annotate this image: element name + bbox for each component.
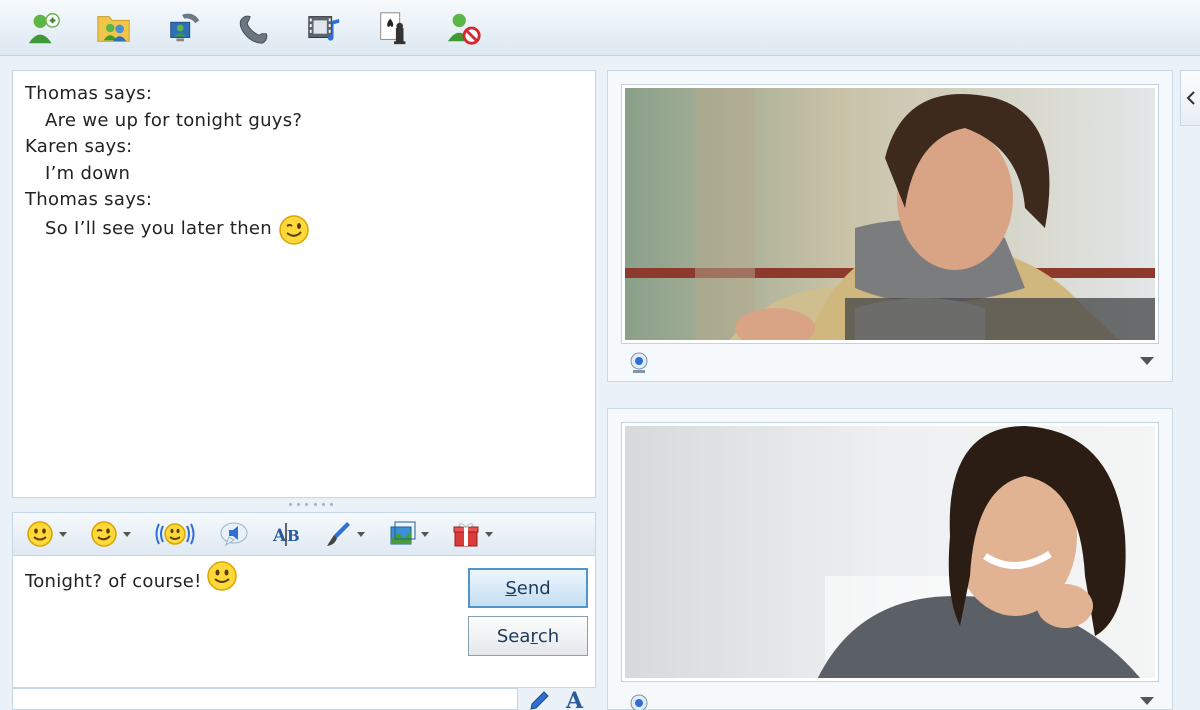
wink-button[interactable] bbox=[89, 516, 131, 552]
wink-icon bbox=[91, 521, 117, 547]
font-button[interactable]: A B bbox=[271, 516, 301, 552]
emoticon-icon bbox=[27, 521, 53, 547]
video-call-button[interactable] bbox=[162, 6, 206, 50]
contact-video-image bbox=[625, 88, 1155, 340]
send-hotkey: S bbox=[505, 577, 517, 599]
gift-icon bbox=[453, 523, 479, 547]
search-label-prefix: Sea bbox=[496, 625, 531, 647]
emoticon-button[interactable] bbox=[25, 516, 67, 552]
self-video-feed bbox=[622, 423, 1158, 681]
paint-icon bbox=[327, 522, 350, 546]
self-video-panel bbox=[607, 408, 1173, 710]
send-label-suffix: end bbox=[516, 577, 551, 599]
phone-icon bbox=[239, 15, 268, 44]
message-compose-area[interactable]: Tonight? of course! Send Sea r ch bbox=[12, 556, 596, 688]
add-contact-icon bbox=[28, 12, 60, 43]
webcam-icon[interactable] bbox=[628, 351, 650, 375]
paint-button[interactable] bbox=[323, 516, 365, 552]
call-button[interactable] bbox=[232, 6, 276, 50]
chevron-down-icon[interactable] bbox=[1140, 697, 1154, 705]
games-button[interactable] bbox=[372, 6, 416, 50]
message-sender: Karen says: bbox=[25, 136, 133, 157]
background-icon bbox=[390, 521, 416, 545]
games-icon bbox=[380, 11, 406, 44]
font-icon: A B bbox=[272, 523, 300, 546]
smile-emoticon bbox=[206, 561, 237, 591]
font-a-icon[interactable]: A bbox=[566, 688, 583, 710]
share-folder-button[interactable] bbox=[92, 6, 136, 50]
add-contact-button[interactable] bbox=[22, 6, 66, 50]
message-sender: Thomas says: bbox=[25, 189, 153, 210]
send-button[interactable]: Send bbox=[468, 568, 588, 608]
message-input-text: Tonight? of course! bbox=[25, 570, 202, 592]
message-input[interactable]: Tonight? of course! bbox=[25, 561, 238, 592]
chevron-down-icon bbox=[123, 531, 131, 537]
background-button[interactable] bbox=[387, 516, 429, 552]
top-toolbar bbox=[0, 0, 1200, 56]
message-body: I’m down bbox=[45, 162, 131, 184]
shared-folder-icon bbox=[97, 15, 130, 42]
collapse-panel-button[interactable] bbox=[1180, 70, 1200, 126]
contact-video-panel bbox=[607, 70, 1173, 382]
block-contact-icon bbox=[447, 13, 481, 45]
search-hotkey: r bbox=[530, 625, 538, 647]
self-video-image bbox=[625, 426, 1155, 678]
message-text: So I’ll see you later then bbox=[25, 214, 583, 246]
pane-splitter[interactable] bbox=[289, 501, 333, 507]
chevron-down-icon bbox=[357, 531, 365, 537]
video-call-icon bbox=[170, 13, 200, 41]
chevron-down-icon bbox=[59, 531, 67, 537]
search-button[interactable]: Sea r ch bbox=[468, 616, 588, 656]
wink-emoticon bbox=[279, 214, 309, 245]
media-icon bbox=[308, 15, 340, 41]
chevron-left-icon bbox=[1186, 91, 1195, 105]
message-sender: Thomas says: bbox=[25, 83, 153, 104]
nudge-button[interactable] bbox=[153, 516, 197, 552]
message-body: So I’ll see you later then bbox=[45, 218, 272, 240]
gift-button[interactable] bbox=[451, 516, 493, 552]
chevron-down-icon[interactable] bbox=[1140, 357, 1154, 365]
share-media-button[interactable] bbox=[302, 6, 346, 50]
format-toolbar: A B bbox=[12, 512, 596, 556]
voice-clip-icon bbox=[220, 522, 248, 547]
chevron-down-icon bbox=[421, 531, 429, 537]
contact-video-feed bbox=[622, 85, 1158, 343]
pencil-icon[interactable] bbox=[528, 690, 550, 710]
nudge-icon bbox=[155, 523, 195, 545]
message-text: Are we up for tonight guys? bbox=[25, 108, 583, 135]
conversation-history: Thomas says: Are we up for tonight guys?… bbox=[12, 70, 596, 498]
svg-text:B: B bbox=[287, 527, 300, 545]
chevron-down-icon bbox=[485, 531, 493, 537]
svg-text:A: A bbox=[272, 526, 287, 546]
message-text: I’m down bbox=[25, 161, 583, 188]
search-label-suffix: ch bbox=[537, 625, 560, 647]
block-contact-button[interactable] bbox=[442, 6, 486, 50]
status-strip bbox=[12, 688, 518, 710]
webcam-icon[interactable] bbox=[628, 693, 650, 710]
message-body: Are we up for tonight guys? bbox=[45, 109, 303, 131]
voice-clip-button[interactable] bbox=[219, 516, 249, 552]
